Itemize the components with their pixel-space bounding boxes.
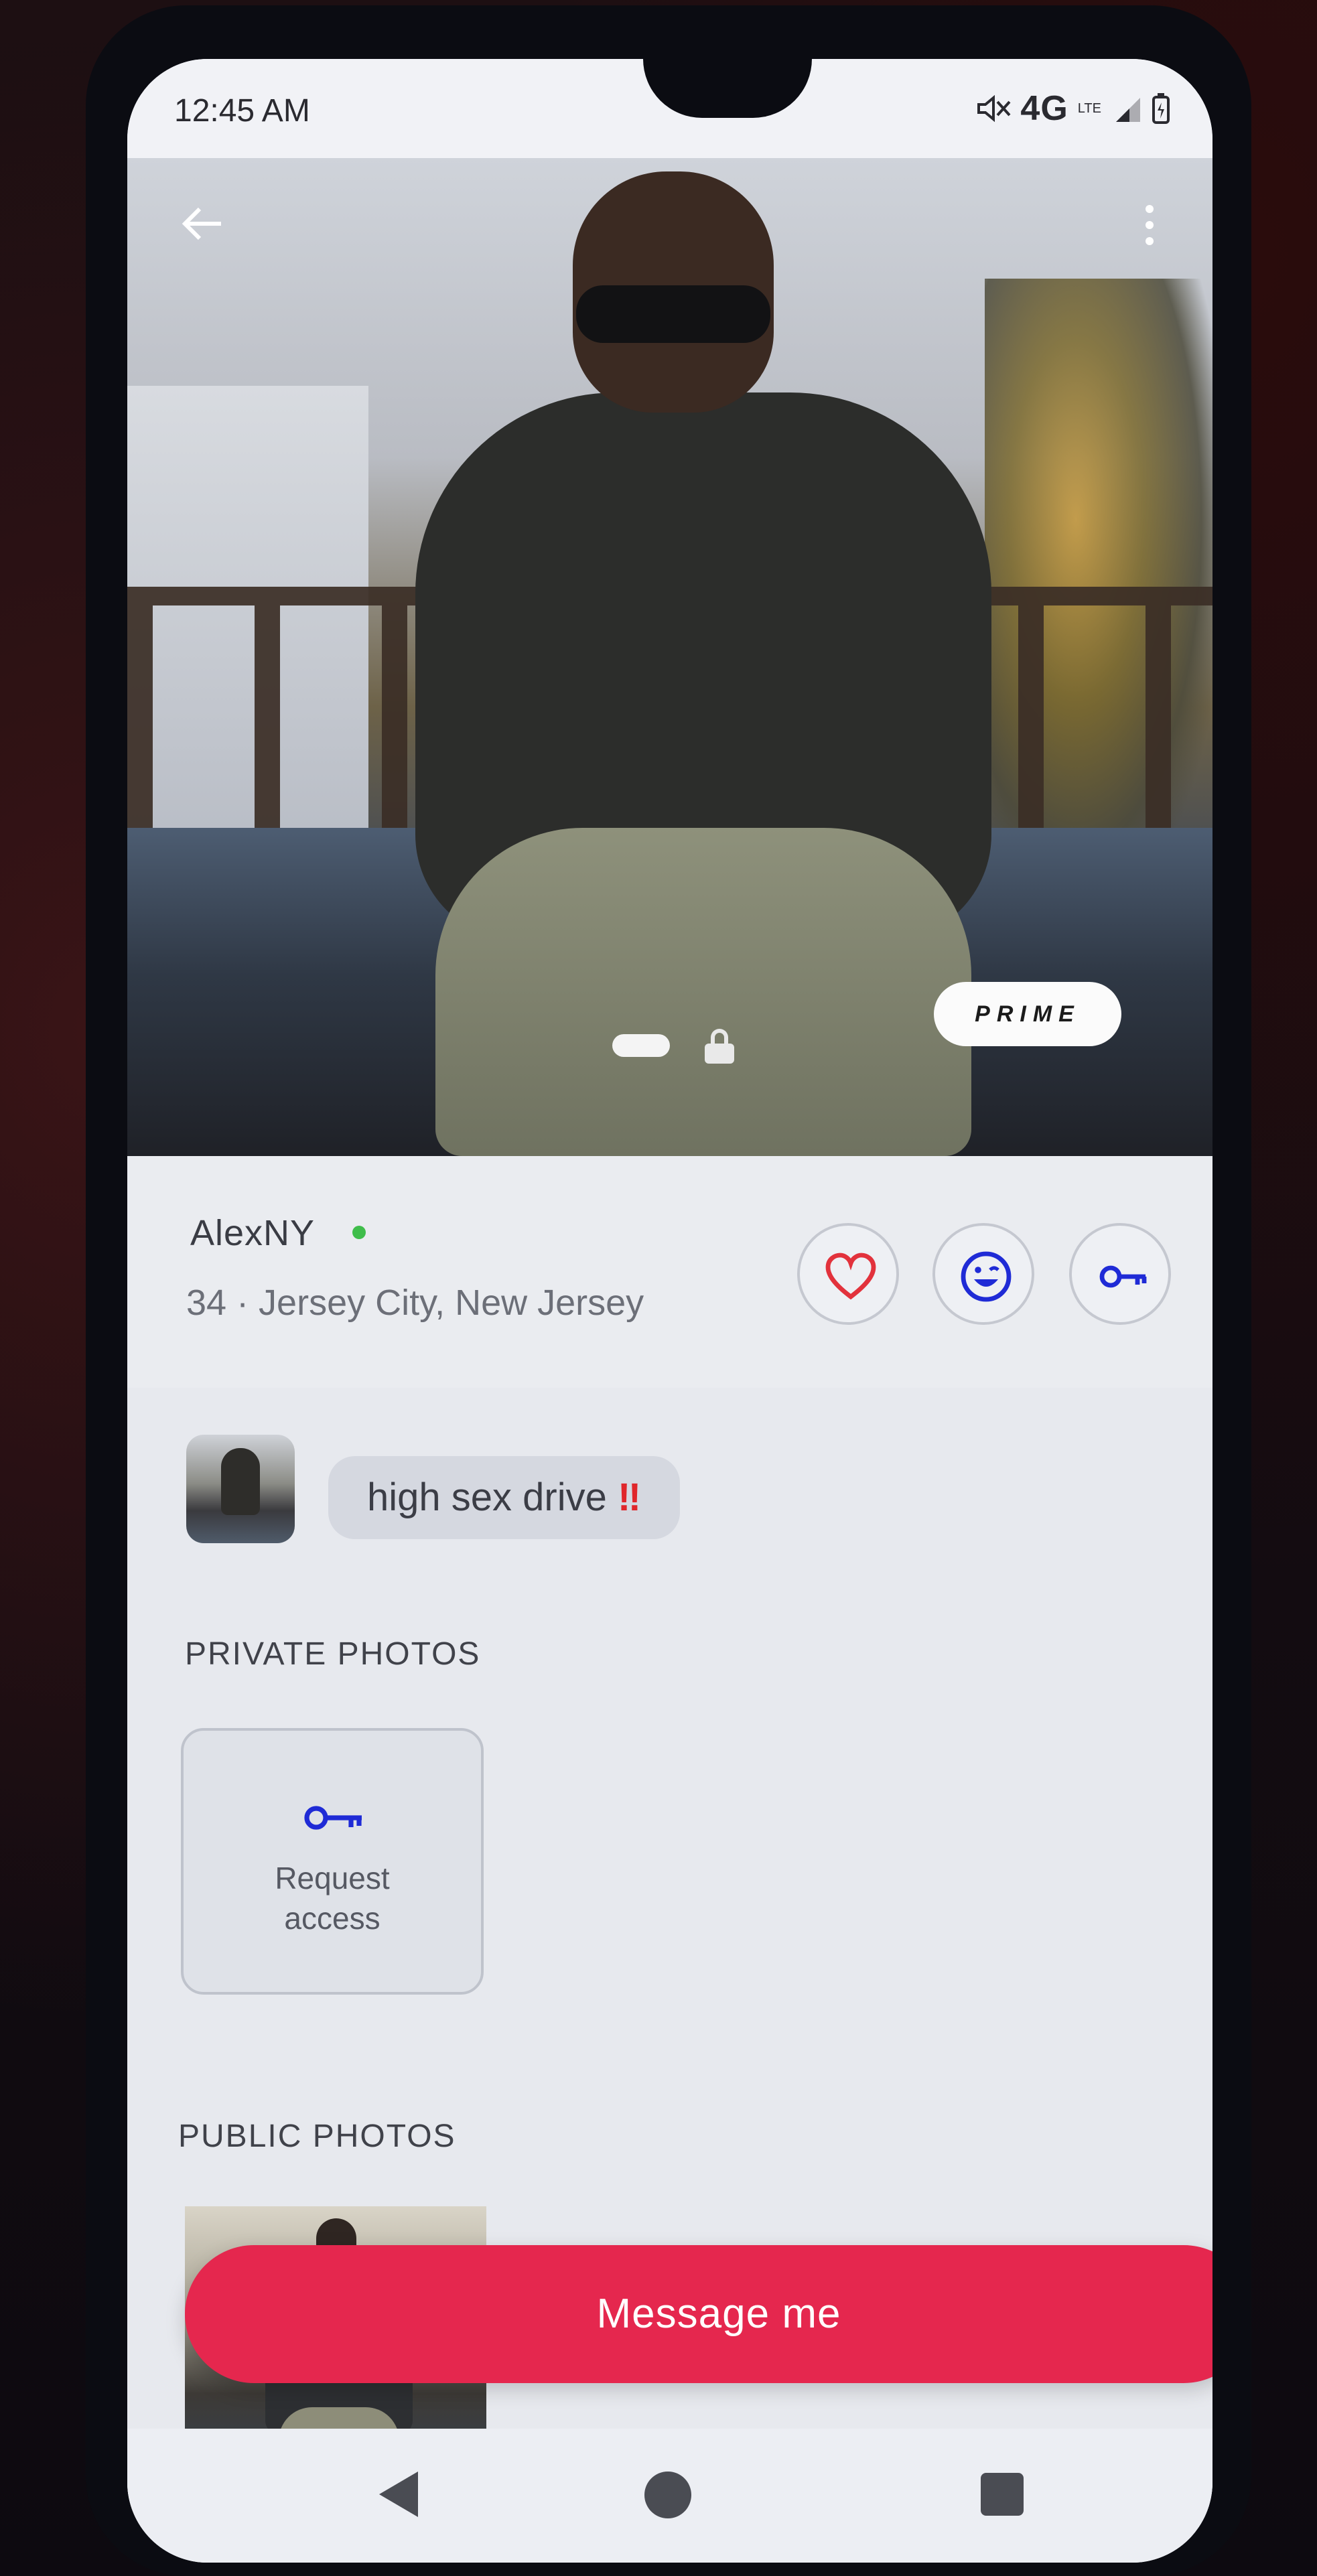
signal-icon xyxy=(1116,98,1140,122)
public-photos-title: PUBLIC PHOTOS xyxy=(178,2119,456,2154)
profile-subtitle: 34 · Jersey City, New Jersey xyxy=(186,1283,644,1323)
back-arrow-icon[interactable] xyxy=(176,197,229,251)
profile-content: high sex drive ‼ PRIVATE PHOTOS Request … xyxy=(127,1388,1212,2563)
request-access-button[interactable]: Request access xyxy=(181,1728,484,1995)
bio-bubble: high sex drive ‼ xyxy=(328,1456,681,1539)
request-access-label: Request access xyxy=(275,1861,390,1936)
wink-button[interactable] xyxy=(932,1223,1034,1325)
like-button[interactable] xyxy=(797,1223,899,1325)
double-exclamation-icon: ‼ xyxy=(617,1476,641,1519)
mute-icon xyxy=(977,94,1011,123)
message-me-button[interactable]: Message me xyxy=(185,2245,1212,2383)
battery-icon xyxy=(1152,93,1170,124)
heart-icon xyxy=(825,1253,876,1300)
back-triangle-icon[interactable] xyxy=(379,2472,418,2517)
private-photos-title: PRIVATE PHOTOS xyxy=(185,1636,481,1672)
key-icon xyxy=(304,1806,362,1830)
profile-header: AlexNY 34 · Jersey City, New Jersey xyxy=(127,1156,1212,1388)
bio-text: high sex drive xyxy=(367,1476,607,1519)
key-icon xyxy=(1099,1265,1147,1288)
home-circle-icon[interactable] xyxy=(644,2472,691,2518)
status-icons: 4G LTE xyxy=(976,88,1170,129)
profile-photo[interactable]: PRIME xyxy=(127,158,1212,1156)
recents-square-icon[interactable] xyxy=(981,2473,1024,2516)
lock-icon xyxy=(705,1029,734,1064)
profile-name: AlexNY xyxy=(190,1213,316,1253)
prime-badge: PRIME xyxy=(934,982,1121,1046)
status-time: 12:45 AM xyxy=(174,93,310,129)
photo-pager[interactable] xyxy=(612,1029,734,1064)
pager-dot-active[interactable] xyxy=(612,1034,670,1057)
app-screen: 12:45 AM 4G LTE PRIME AlexNY 34 · Jersey… xyxy=(127,59,1212,2563)
wink-icon xyxy=(961,1251,1012,1302)
key-button[interactable] xyxy=(1069,1223,1171,1325)
network-type: 4G xyxy=(1020,89,1068,128)
network-sub: LTE xyxy=(1077,101,1101,116)
online-indicator xyxy=(352,1226,366,1239)
system-nav-bar xyxy=(127,2429,1212,2563)
more-vert-icon[interactable] xyxy=(1136,198,1163,252)
bio-avatar[interactable] xyxy=(186,1435,295,1543)
